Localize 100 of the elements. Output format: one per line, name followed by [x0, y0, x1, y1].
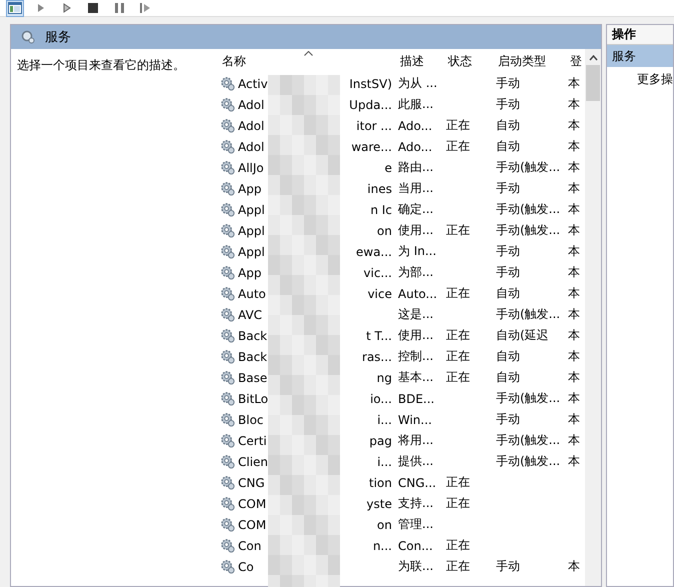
column-header[interactable]: 登 — [568, 52, 580, 70]
table-cell: 管理... — [398, 517, 434, 531]
table-cell: 本 — [568, 370, 580, 384]
scroll-thumb[interactable] — [586, 65, 600, 101]
table-cell: 手动 — [496, 559, 520, 573]
service-name: Appl — [238, 244, 265, 258]
panel-title: 服务 — [45, 29, 71, 46]
table-cell: 手动 — [496, 244, 520, 258]
gear-icon — [220, 475, 235, 490]
pause-icon — [114, 3, 124, 13]
table-cell: 自动(延迟 — [496, 328, 549, 342]
scrollbar[interactable] — [585, 49, 601, 586]
column-header[interactable]: 启动类型 — [496, 52, 568, 70]
table-cell: 为部... — [398, 265, 434, 279]
table-cell: 自动 — [496, 139, 520, 153]
service-name: COM — [238, 518, 266, 532]
gear-icon — [220, 76, 235, 91]
service-name: Upda... — [349, 98, 393, 112]
table-cell: 为从 ... — [398, 76, 438, 90]
service-name: Back — [238, 350, 268, 364]
gear-icon — [220, 391, 235, 406]
service-name: i... — [377, 412, 393, 426]
gear-icon — [220, 370, 235, 385]
table-cell: 本 — [568, 265, 580, 279]
table-cell: 本 — [568, 307, 580, 321]
table-cell: 支持... — [398, 496, 434, 510]
gear-icon — [220, 244, 235, 259]
service-name: t T... — [366, 328, 393, 342]
gear-icon — [220, 307, 235, 322]
table-cell: 控制... — [398, 349, 434, 363]
table-cell: 使用... — [398, 328, 434, 342]
table-cell: 这是... — [398, 307, 434, 321]
column-header[interactable]: 描述 — [398, 52, 446, 70]
table-cell: 正在 — [446, 286, 470, 300]
table-cell: 正在 — [446, 349, 470, 363]
table-cell: 基本... — [398, 370, 434, 384]
gear-icon — [220, 160, 235, 175]
gear-icon — [220, 139, 235, 154]
service-name: Clien — [238, 454, 268, 468]
table-cell: 正在 — [446, 496, 470, 510]
service-name: n... — [372, 538, 393, 552]
table-cell: Win... — [398, 412, 432, 426]
service-name: Appl — [238, 224, 265, 238]
gear-icon — [220, 496, 235, 511]
service-name: App — [238, 266, 262, 280]
table-cell: CNG... — [398, 476, 436, 490]
table-cell: 手动 — [496, 265, 520, 279]
table-cell: 正在 — [446, 370, 470, 384]
table-cell: 手动(触发... — [496, 391, 560, 405]
services-icon — [21, 30, 35, 44]
gear-icon — [220, 223, 235, 238]
service-name: Adol — [238, 118, 264, 132]
table-cell: 本 — [568, 349, 580, 363]
gear-icon — [220, 286, 235, 301]
gear-icon — [220, 538, 235, 553]
table-cell: 本 — [568, 433, 580, 447]
table-cell: 手动 — [496, 76, 520, 90]
table-cell: 本 — [568, 559, 580, 573]
table-cell: 本 — [568, 202, 580, 216]
table-cell: 使用... — [398, 223, 434, 237]
service-name: Activ — [238, 76, 268, 90]
service-name: AVC — [238, 308, 262, 322]
service-name: i... — [377, 454, 393, 468]
table-cell: 自动 — [496, 349, 520, 363]
action-item[interactable]: 更多操 — [607, 67, 673, 88]
service-name: Co — [238, 560, 254, 574]
service-name: CNG — [238, 476, 265, 490]
service-name: pag — [369, 434, 393, 448]
table-cell: 为 In... — [398, 244, 436, 258]
service-name: Base — [238, 370, 268, 384]
table-cell: 自动 — [496, 286, 520, 300]
column-header[interactable]: 状态 — [446, 52, 496, 70]
table-cell: 本 — [568, 454, 580, 468]
table-cell: 本 — [568, 391, 580, 405]
table-cell: 本 — [568, 181, 580, 195]
service-name: AllJo — [238, 160, 264, 174]
service-name: Adol — [238, 140, 264, 154]
resume-icon — [140, 3, 150, 13]
service-name: vic... — [364, 266, 393, 280]
actions-section[interactable]: 服务 — [607, 45, 673, 67]
service-name: Auto — [238, 286, 266, 300]
table-cell: 正在 — [446, 538, 470, 552]
table-cell: 当用... — [398, 181, 434, 195]
gear-icon — [220, 412, 235, 427]
service-name: BitLo — [238, 392, 268, 406]
table-cell: 正在 — [446, 559, 470, 573]
table-cell: 自动 — [496, 370, 520, 384]
gear-icon — [220, 181, 235, 196]
table-cell: 确定... — [398, 202, 434, 216]
gear-icon — [220, 559, 235, 574]
service-name: ines — [367, 182, 393, 196]
table-cell: 本 — [568, 223, 580, 237]
table-cell: 正在 — [446, 139, 470, 153]
gear-icon — [220, 328, 235, 343]
table-cell: 手动(触发... — [496, 223, 560, 237]
column-header[interactable]: 名称 — [220, 52, 398, 70]
table-cell: 本 — [568, 286, 580, 300]
table-cell: 正在 — [446, 328, 470, 342]
service-name: on — [377, 518, 393, 532]
description-text: 选择一个项目来查看它的描述。 — [17, 58, 185, 72]
